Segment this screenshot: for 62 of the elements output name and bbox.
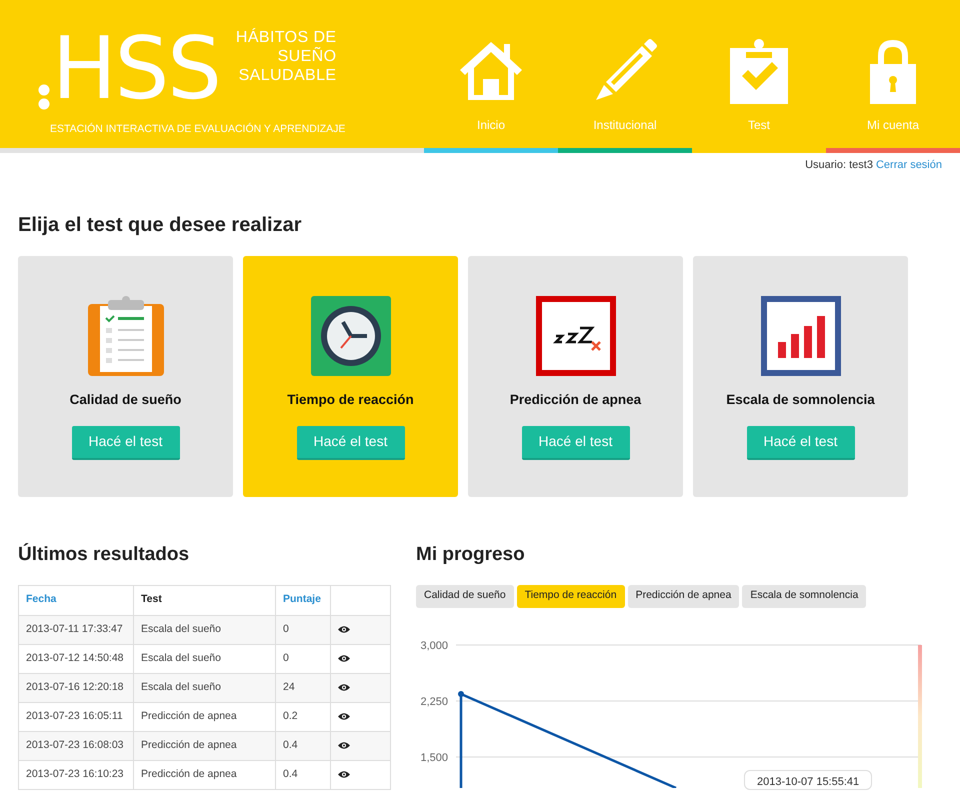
eye-icon[interactable] <box>338 654 350 663</box>
eye-icon[interactable] <box>338 741 350 750</box>
user-label: Usuario: test3 <box>805 158 873 173</box>
logo-title-line: SALUDABLE <box>238 66 336 85</box>
test-title: Calidad de sueño <box>70 390 182 408</box>
date-cell: 2013-07-23 16:08:03 <box>18 731 134 760</box>
y-axis-label: 3,000 <box>420 640 448 652</box>
test-cell: Escala del sueño <box>134 615 276 644</box>
score-cell: 24 <box>276 673 330 702</box>
y-axis-label: 2,250 <box>420 696 448 708</box>
date-cell: 2013-07-23 16:05:11 <box>18 702 134 731</box>
score-cell: 0.4 <box>276 760 330 789</box>
test-title: Escala de somnolencia <box>726 390 875 408</box>
test-cell: Predicción de apnea <box>134 760 276 789</box>
results-heading: Últimos resultados <box>18 542 190 566</box>
eye-icon[interactable] <box>338 712 350 721</box>
tests-heading: Elija el test que desee realizar <box>18 212 302 238</box>
eye-icon[interactable] <box>338 770 350 779</box>
score-cell: 0.2 <box>276 702 330 731</box>
progress-tab[interactable]: Predicción de apnea <box>628 584 740 608</box>
nav-item[interactable]: Institucional <box>558 0 692 153</box>
logo-title-line: HÁBITOS DE <box>236 28 336 47</box>
logout-link[interactable]: Cerrar sesión <box>876 157 942 174</box>
date-cell: 2013-07-16 12:20:18 <box>18 673 134 702</box>
column-header[interactable]: Puntaje <box>276 585 330 615</box>
clock-icon <box>310 296 390 376</box>
take-test-button[interactable]: Hacé el test <box>746 426 854 460</box>
test-title: Tiempo de reacción <box>287 390 414 409</box>
score-cell: 0 <box>276 644 330 673</box>
column-header[interactable]: Fecha <box>18 585 134 615</box>
chart-tooltip: 2013-10-07 15:55:41 <box>744 770 872 790</box>
date-cell: 2013-07-11 17:33:47 <box>18 615 134 644</box>
progress-tab[interactable]: Escala de somnolencia <box>742 584 866 608</box>
sleep-zzz-icon <box>536 296 616 376</box>
logo-tagline: ESTACIÓN INTERACTIVA DE EVALUACIÓN Y APRENDIZAJE <box>50 122 346 137</box>
date-cell: 2013-07-23 16:10:23 <box>18 760 134 789</box>
nav-item[interactable]: Test <box>692 0 826 153</box>
y-axis-label: 1,500 <box>420 752 448 764</box>
logo-dots-icon <box>38 84 50 110</box>
score-cell: 0 <box>276 615 330 644</box>
date-cell: 2013-07-12 14:50:48 <box>18 644 134 673</box>
test-cell: Escala del sueño <box>134 644 276 673</box>
logo-text: HSS <box>52 24 220 114</box>
test-cell: Predicción de apnea <box>134 731 276 760</box>
take-test-button[interactable]: Hacé el test <box>296 426 404 460</box>
clipboard-icon <box>86 296 166 376</box>
nav-item[interactable]: Mi cuenta <box>826 0 960 153</box>
test-title: Predicción de apnea <box>510 390 642 409</box>
test-cell: Escala del sueño <box>134 673 276 702</box>
logo-title-line: SUEÑO <box>278 47 336 66</box>
take-test-button[interactable]: Hacé el test <box>522 426 630 460</box>
bar-chart-icon <box>760 296 840 376</box>
column-header: Test <box>134 585 276 615</box>
progress-heading: Mi progreso <box>416 542 526 566</box>
nav-item[interactable]: Inicio <box>424 0 558 153</box>
eye-icon[interactable] <box>338 625 350 634</box>
eye-icon[interactable] <box>338 683 350 692</box>
progress-tab[interactable]: Tiempo de reacción <box>516 584 625 608</box>
test-cell: Predicción de apnea <box>134 702 276 731</box>
score-cell: 0.4 <box>276 731 330 760</box>
take-test-button[interactable]: Hacé el test <box>72 426 180 460</box>
progress-tab[interactable]: Calidad de sueño <box>416 584 514 608</box>
